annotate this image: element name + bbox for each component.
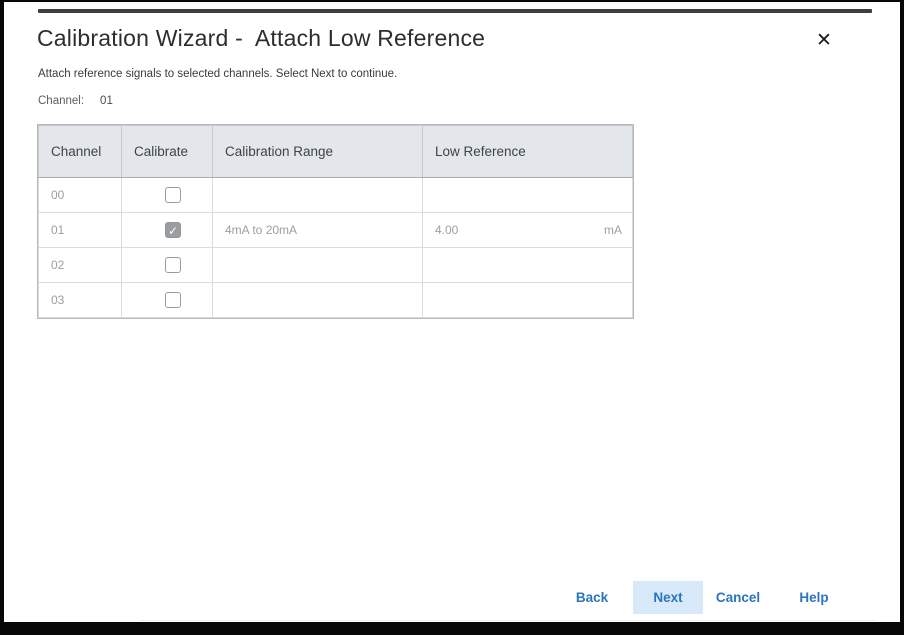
cancel-button[interactable]: Cancel: [703, 581, 773, 614]
calibrate-cell: [122, 283, 213, 318]
low-reference-value: 4.00: [435, 223, 458, 237]
low-reference-cell[interactable]: [423, 178, 633, 213]
low-reference-cell[interactable]: [423, 248, 633, 283]
calibrate-checkbox[interactable]: [165, 222, 181, 238]
channel-cell: 00: [39, 178, 122, 213]
close-icon: ✕: [816, 29, 832, 52]
calibration-range-cell: [213, 248, 423, 283]
channel-cell: 03: [39, 283, 122, 318]
close-button[interactable]: ✕: [810, 26, 838, 54]
low-reference-cell[interactable]: 4.00 mA: [423, 213, 633, 248]
calibrate-checkbox[interactable]: [165, 257, 181, 273]
dialog-subtitle: Attach reference signals to selected cha…: [38, 68, 397, 80]
calibration-table: Channel Calibrate Calibration Range Low …: [38, 125, 633, 318]
low-reference-cell[interactable]: [423, 283, 633, 318]
calibrate-cell: [122, 213, 213, 248]
table-row: 01 4mA to 20mA 4.00 mA: [39, 213, 633, 248]
window-top-edge: [38, 9, 872, 13]
dialog-bottom-edge: [140, 620, 875, 621]
column-header-calibration-range: Calibration Range: [213, 126, 423, 178]
column-header-channel: Channel: [39, 126, 122, 178]
column-header-low-reference: Low Reference: [423, 126, 633, 178]
channel-value: 01: [100, 95, 113, 107]
table-row: 00: [39, 178, 633, 213]
calibrate-checkbox[interactable]: [165, 187, 181, 203]
calibration-range-cell: [213, 283, 423, 318]
next-button[interactable]: Next: [633, 581, 703, 614]
table-row: 02: [39, 248, 633, 283]
table-header-row: Channel Calibrate Calibration Range Low …: [39, 126, 633, 178]
calibrate-cell: [122, 178, 213, 213]
table-row: 03: [39, 283, 633, 318]
low-reference-unit: mA: [604, 223, 622, 237]
calibrate-checkbox[interactable]: [165, 292, 181, 308]
calibration-range-cell: 4mA to 20mA: [213, 213, 423, 248]
channel-cell: 01: [39, 213, 122, 248]
help-button[interactable]: Help: [779, 581, 849, 614]
column-header-calibrate: Calibrate: [122, 126, 213, 178]
dialog-title: Calibration Wizard - Attach Low Referenc…: [37, 25, 485, 52]
channel-label: Channel:: [38, 95, 84, 107]
channel-indicator: Channel: 01: [38, 95, 113, 107]
channel-cell: 02: [39, 248, 122, 283]
back-button[interactable]: Back: [557, 581, 627, 614]
calibrate-cell: [122, 248, 213, 283]
calibration-range-cell: [213, 178, 423, 213]
